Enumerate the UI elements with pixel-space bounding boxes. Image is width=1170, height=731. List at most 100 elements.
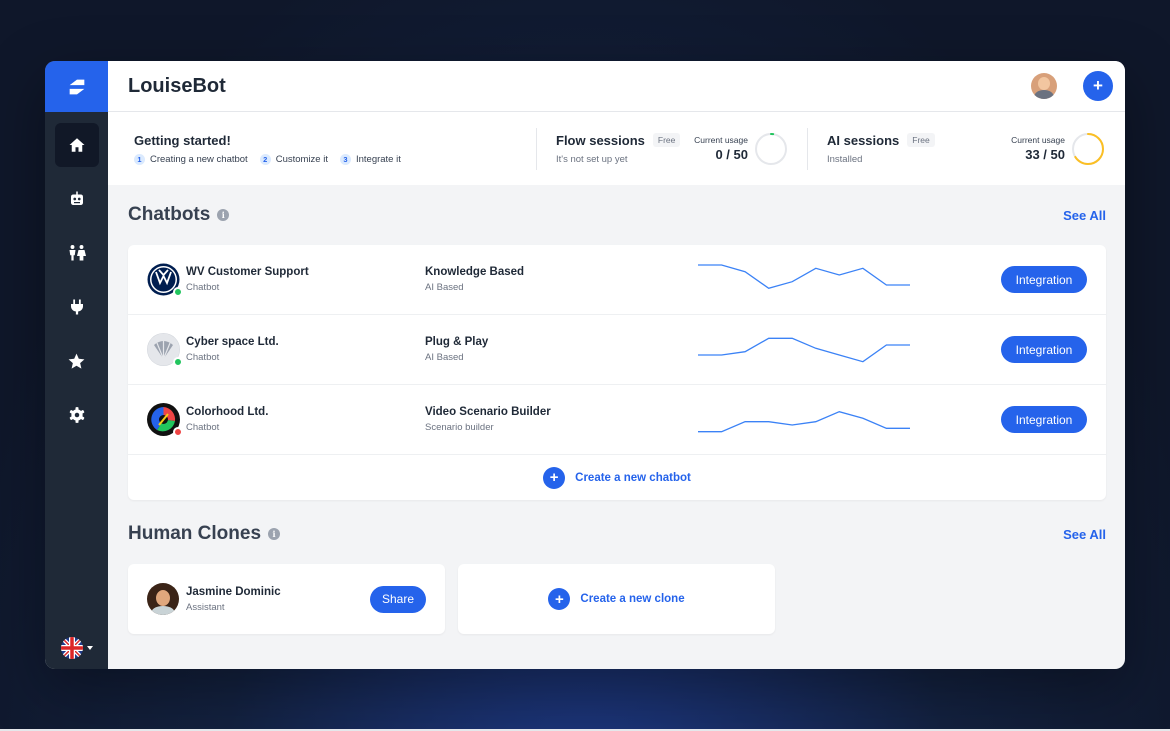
chatbot-kind: Chatbot (186, 352, 220, 363)
vw-logo-icon (147, 263, 183, 297)
step-label: Customize it (275, 153, 328, 165)
info-icon[interactable]: i (217, 209, 230, 221)
chatbot-kind: Chatbot (186, 422, 220, 433)
sidebar-item-home[interactable] (45, 118, 108, 172)
top-bar: LouiseBot + (108, 61, 1125, 112)
chatbot-type-sub: AI Based (425, 352, 464, 363)
step-number: 2 (259, 153, 271, 165)
ai-usage-value: 33 / 50 (1025, 147, 1065, 162)
share-button[interactable]: Share (370, 585, 426, 613)
ai-usage-ring (1072, 132, 1104, 165)
create-clone-label: Create a new clone (580, 593, 685, 605)
shell-logo-icon (147, 333, 183, 367)
app-window: LouiseBot + Getting started! 1 Creating … (45, 61, 1125, 669)
content: Chatbots i See All WV Customer Support C… (108, 185, 1125, 634)
language-selector[interactable] (45, 637, 108, 659)
color-wheel-logo-icon (147, 403, 183, 437)
star-icon (68, 353, 85, 369)
info-bar: Getting started! 1 Creating a new chatbo… (108, 112, 1125, 185)
human-clones-see-all-link[interactable]: See All (1063, 527, 1106, 542)
step-item[interactable]: 2 Customize it (259, 153, 328, 165)
chatbot-kind: Chatbot (186, 282, 220, 293)
chatbot-type: Knowledge Based (425, 266, 525, 278)
status-dot (173, 357, 183, 367)
clone-card[interactable]: Jasmine Dominic Assistant Share (128, 564, 445, 634)
ai-sessions-status: Installed (827, 153, 863, 165)
chatbot-type-sub: Scenario builder (425, 422, 494, 433)
clone-role: Assistant (186, 601, 225, 613)
sidebar-item-settings[interactable] (45, 388, 108, 442)
add-button[interactable]: + (1083, 71, 1113, 101)
chatbots-title: Chatbots (128, 204, 211, 225)
chatbot-type: Video Scenario Builder (425, 406, 551, 418)
flow-sessions-status: It's not set up yet (556, 153, 628, 165)
chatbot-row[interactable]: Colorhood Ltd. Chatbot Video Scenario Bu… (128, 385, 1106, 455)
app-logo[interactable] (45, 61, 108, 112)
chatbot-trend-sparkline (698, 410, 910, 432)
ai-usage-label: Current usage (1011, 135, 1065, 145)
gear-icon (69, 407, 84, 423)
flow-usage-value: 0 / 50 (715, 147, 748, 162)
create-clone-button[interactable]: + Create a new clone (458, 564, 775, 634)
getting-started-title: Getting started! (134, 132, 231, 148)
chatbots-header: Chatbots i See All (128, 185, 1106, 245)
main-area: LouiseBot + Getting started! 1 Creating … (108, 61, 1125, 669)
flow-usage-label: Current usage (694, 135, 748, 145)
chatbot-type: Plug & Play (425, 336, 489, 348)
ai-sessions-badge: Free (907, 133, 935, 147)
step-number: 3 (339, 153, 351, 165)
flow-sessions-panel: Flow sessions Free It's not set up yet C… (536, 127, 807, 170)
chatbot-name: Colorhood Ltd. (186, 406, 269, 418)
sidebar-item-human-clones[interactable] (45, 226, 108, 280)
human-clones-title: Human Clones (128, 523, 262, 544)
ai-sessions-title: AI sessions (827, 132, 900, 148)
step-item[interactable]: 3 Integrate it (339, 153, 401, 165)
step-item[interactable]: 1 Creating a new chatbot (134, 153, 248, 165)
uk-flag-icon (60, 637, 83, 659)
integration-button[interactable]: Integration (1001, 336, 1087, 363)
sidebar (45, 61, 108, 669)
integration-button[interactable]: Integration (1001, 406, 1087, 433)
info-icon[interactable]: i (268, 528, 281, 540)
user-avatar[interactable] (1031, 73, 1057, 99)
create-chatbot-label: Create a new chatbot (575, 471, 691, 484)
flow-sessions-title: Flow sessions (556, 132, 645, 148)
chatbot-trend-sparkline (698, 337, 910, 362)
logo-icon (69, 79, 84, 94)
chatbot-trend-sparkline (698, 263, 910, 289)
app-title: LouiseBot (128, 74, 226, 97)
status-dot (173, 427, 183, 437)
sidebar-item-favorites[interactable] (45, 334, 108, 388)
chatbots-list: WV Customer Support Chatbot Knowledge Ba… (128, 245, 1106, 500)
human-clones-header: Human Clones i See All (128, 504, 1106, 564)
home-icon (69, 138, 84, 152)
flow-usage-ring (755, 132, 787, 165)
chatbot-row[interactable]: WV Customer Support Chatbot Knowledge Ba… (128, 245, 1106, 315)
create-chatbot-button[interactable]: + Create a new chatbot (128, 455, 1106, 500)
human-clones-list: Jasmine Dominic Assistant Share + Create… (128, 564, 1106, 634)
people-icon (69, 245, 86, 261)
step-number: 1 (134, 153, 145, 165)
flow-sessions-badge: Free (652, 133, 681, 147)
step-label: Creating a new chatbot (150, 153, 248, 165)
step-label: Integrate it (355, 153, 401, 165)
chatbot-row[interactable]: Cyber space Ltd. Chatbot Plug & Play AI … (128, 315, 1106, 385)
clone-name: Jasmine Dominic (186, 585, 281, 598)
getting-started-steps: 1 Creating a new chatbot 2 Customize it … (134, 153, 536, 165)
chatbot-name: WV Customer Support (186, 266, 309, 278)
chatbots-see-all-link[interactable]: See All (1063, 208, 1106, 223)
sidebar-nav (45, 112, 108, 442)
sidebar-item-bots[interactable] (45, 172, 108, 226)
integration-button[interactable]: Integration (1001, 266, 1087, 293)
plus-icon: + (543, 466, 566, 489)
chatbot-name: Cyber space Ltd. (186, 336, 279, 348)
plus-icon: + (548, 588, 571, 610)
getting-started: Getting started! 1 Creating a new chatbo… (134, 133, 536, 165)
robot-icon (70, 191, 83, 205)
status-dot (173, 287, 183, 297)
ai-sessions-panel: AI sessions Free Installed Current usage… (807, 127, 1105, 170)
plug-icon (70, 299, 83, 315)
sidebar-item-integrations[interactable] (45, 280, 108, 334)
chevron-down-icon (86, 646, 93, 650)
clone-avatar (147, 583, 179, 615)
